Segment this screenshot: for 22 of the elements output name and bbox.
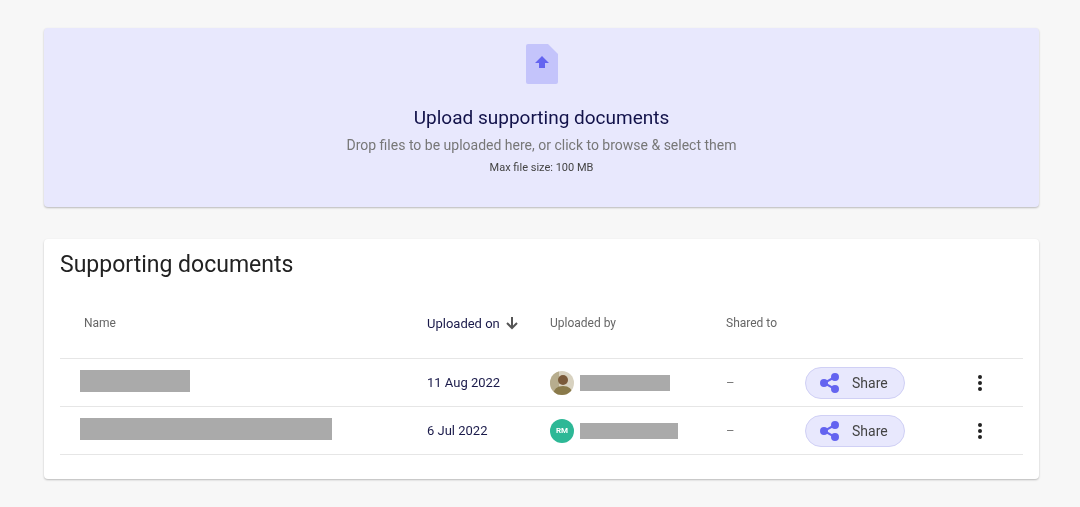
user-avatar: RM (550, 418, 574, 443)
shared-to-value: – (726, 423, 735, 438)
column-header[interactable]: Shared to (726, 316, 777, 330)
column-header[interactable]: Uploaded on (427, 315, 518, 331)
column-header[interactable]: Name (84, 316, 116, 330)
file-size-limit: Max file size: 100 MB (489, 161, 594, 174)
file-upload-icon (525, 44, 558, 84)
more-options-icon[interactable] (978, 374, 982, 391)
column-header[interactable]: Uploaded by (550, 316, 617, 330)
upload-date: 11 Aug 2022 (427, 375, 502, 390)
share-button[interactable]: Share (805, 414, 905, 447)
share-icon (820, 420, 840, 441)
more-options-icon[interactable] (978, 422, 982, 439)
shared-to-value: – (726, 375, 735, 390)
upload-date: 6 Jul 2022 (427, 423, 489, 438)
section-title: Supporting documents (60, 251, 295, 278)
upload-dropzone[interactable]: Upload supporting documents Drop files to be uploaded here, or click to browse & select them Max file size: 100 MB (44, 28, 1039, 207)
share-button[interactable]: Share (805, 366, 905, 399)
upload-hint: Drop files to be uploaded here, or click to browse & select them (346, 137, 737, 153)
upload-title: Upload supporting documents (413, 106, 670, 129)
sort-arrow-icon (505, 316, 518, 330)
share-icon (820, 372, 840, 393)
